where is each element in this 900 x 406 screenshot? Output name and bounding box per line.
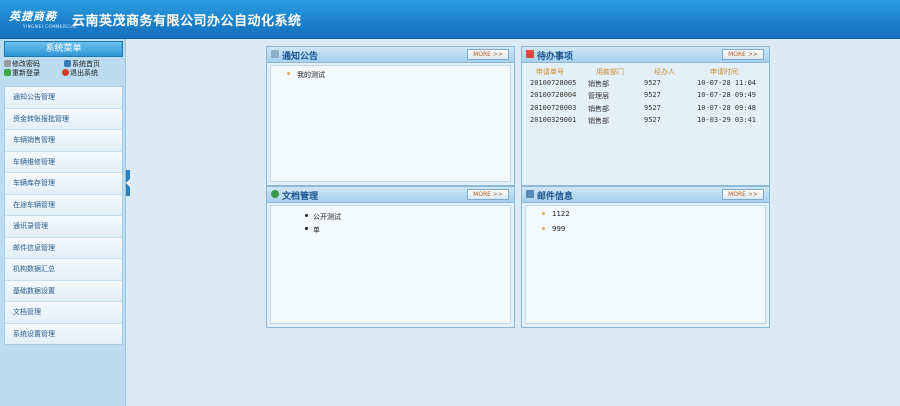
- todo-cell: 10-03-29 03:41: [697, 116, 757, 124]
- todo-col-handler: 经办人: [654, 68, 675, 76]
- mail-more-button[interactable]: MORE >>: [722, 189, 764, 200]
- bullet-icon: [287, 72, 290, 75]
- mail-item[interactable]: 999: [542, 225, 566, 233]
- relogin-icon: [4, 69, 11, 76]
- document-item[interactable]: 公开测试: [305, 212, 341, 222]
- todo-cell: 销售部: [588, 117, 609, 125]
- menu-item-vehicle-inventory[interactable]: 车辆库存管理: [5, 173, 122, 195]
- todo-col-department: 用款部门: [596, 68, 624, 76]
- menu-item-vehicle-transit[interactable]: 在途车辆管理: [5, 194, 122, 216]
- todo-cell: 销售部: [588, 80, 609, 88]
- documents-more-button[interactable]: MORE >>: [467, 189, 509, 200]
- document-item-label: 单: [313, 226, 320, 234]
- menu-item-contacts[interactable]: 通讯录管理: [5, 216, 122, 238]
- documents-panel-body: 公开测试 单: [270, 205, 511, 324]
- sidebar: 系统菜单 修改密码 系统首页 重新登录 退出系统 通知公告管理 资金转账报批管理…: [0, 39, 126, 406]
- menu-item-org-data[interactable]: 机构数据汇总: [5, 259, 122, 281]
- todo-panel: 待办事项 MORE >> 申请单号 用款部门 经办人 申请时间 20100728…: [521, 46, 770, 186]
- mail-panel-body: 1122 999: [525, 205, 766, 324]
- todo-cell: 管理层: [588, 92, 609, 100]
- documents-panel-title: 文档管理: [282, 192, 319, 202]
- notice-item-label: 我的测试: [297, 71, 325, 79]
- relogin-link[interactable]: 重新登录: [4, 69, 40, 78]
- logo-subtext: YINGMEI COMMERCIAL: [23, 24, 78, 29]
- bullet-icon: [542, 227, 545, 230]
- home-link[interactable]: 系统首页: [64, 60, 100, 69]
- collapse-arrow-icon: [126, 179, 130, 187]
- change-password-link[interactable]: 修改密码: [4, 60, 40, 69]
- menu-item-fund-transfer[interactable]: 资金转账报批管理: [5, 108, 122, 130]
- exit-icon: [62, 69, 69, 76]
- app-title: 云南英茂商务有限公司办公自动化系统: [72, 14, 302, 29]
- mail-panel-header: 邮件信息 MORE >>: [522, 187, 769, 203]
- notice-item[interactable]: 我的测试: [287, 70, 325, 80]
- menu-item-vehicle-sales[interactable]: 车辆销售管理: [5, 130, 122, 152]
- home-label: 系统首页: [72, 60, 100, 68]
- notice-icon: [271, 50, 279, 58]
- menu-item-vehicle-repair[interactable]: 车辆维修管理: [5, 151, 122, 173]
- app-header: 英捷商務 YINGMEI COMMERCIAL 云南英茂商务有限公司办公自动化系…: [0, 0, 900, 39]
- logo-text: 英捷商務: [9, 10, 57, 23]
- todo-cell: 9527: [644, 79, 661, 87]
- todo-cell: 9527: [644, 116, 661, 124]
- mail-panel-title: 邮件信息: [537, 192, 574, 202]
- todo-more-button[interactable]: MORE >>: [722, 49, 764, 60]
- sidebar-menu: 通知公告管理 资金转账报批管理 车辆销售管理 车辆维修管理 车辆库存管理 在途车…: [4, 86, 123, 345]
- menu-item-system-settings[interactable]: 系统设置管理: [5, 323, 122, 344]
- document-item-label: 公开测试: [313, 213, 341, 221]
- document-item[interactable]: 单: [305, 225, 320, 235]
- mail-icon: [526, 190, 534, 198]
- menu-item-notice[interactable]: 通知公告管理: [5, 87, 122, 109]
- todo-cell: 9527: [644, 91, 661, 99]
- todo-cell[interactable]: 20100329001: [530, 116, 576, 124]
- home-icon: [64, 60, 71, 67]
- exit-link[interactable]: 退出系统: [62, 69, 98, 78]
- todo-col-number: 申请单号: [536, 68, 564, 76]
- notice-more-button[interactable]: MORE >>: [467, 49, 509, 60]
- todo-col-time: 申请时间: [710, 68, 738, 76]
- todo-cell: 销售部: [588, 105, 609, 113]
- notice-panel-header: 通知公告 MORE >>: [267, 47, 514, 63]
- documents-panel-header: 文档管理 MORE >>: [267, 187, 514, 203]
- todo-panel-title: 待办事项: [537, 52, 574, 62]
- mail-item[interactable]: 1122: [542, 210, 570, 218]
- notice-panel-title: 通知公告: [282, 52, 319, 62]
- todo-cell[interactable]: 20100728005: [530, 79, 576, 87]
- notice-panel: 通知公告 MORE >> 我的测试: [266, 46, 515, 186]
- documents-panel: 文档管理 MORE >> 公开测试 单: [266, 186, 515, 328]
- people-icon: [271, 190, 279, 198]
- bullet-icon: [542, 212, 545, 215]
- bullet-icon: [305, 214, 308, 217]
- exit-label: 退出系统: [70, 69, 98, 77]
- mail-panel: 邮件信息 MORE >> 1122 999: [521, 186, 770, 328]
- company-logo: 英捷商務 YINGMEI COMMERCIAL: [9, 8, 78, 30]
- mail-item-label: 1122: [552, 210, 570, 218]
- key-icon: [4, 60, 11, 67]
- todo-panel-header: 待办事项 MORE >>: [522, 47, 769, 63]
- calendar-icon: [526, 50, 534, 58]
- todo-cell: 10-07-28 09:48: [697, 104, 757, 112]
- menu-item-mail[interactable]: 邮件信息管理: [5, 237, 122, 259]
- sidebar-toggle[interactable]: [126, 170, 130, 196]
- todo-cell: 9527: [644, 104, 661, 112]
- sidebar-title: 系统菜单: [4, 41, 123, 57]
- mail-item-label: 999: [552, 225, 566, 233]
- bullet-icon: [305, 227, 308, 230]
- todo-cell: 10-07-28 09:49: [697, 91, 757, 99]
- todo-cell: 10-07-28 11:04: [697, 79, 757, 87]
- todo-cell[interactable]: 20100728004: [530, 91, 576, 99]
- relogin-label: 重新登录: [12, 69, 40, 77]
- menu-item-base-data[interactable]: 基础数据设置: [5, 280, 122, 302]
- todo-cell[interactable]: 20100728003: [530, 104, 576, 112]
- menu-item-documents[interactable]: 文档管理: [5, 302, 122, 324]
- change-password-label: 修改密码: [12, 60, 40, 68]
- notice-panel-body: 我的测试: [270, 65, 511, 182]
